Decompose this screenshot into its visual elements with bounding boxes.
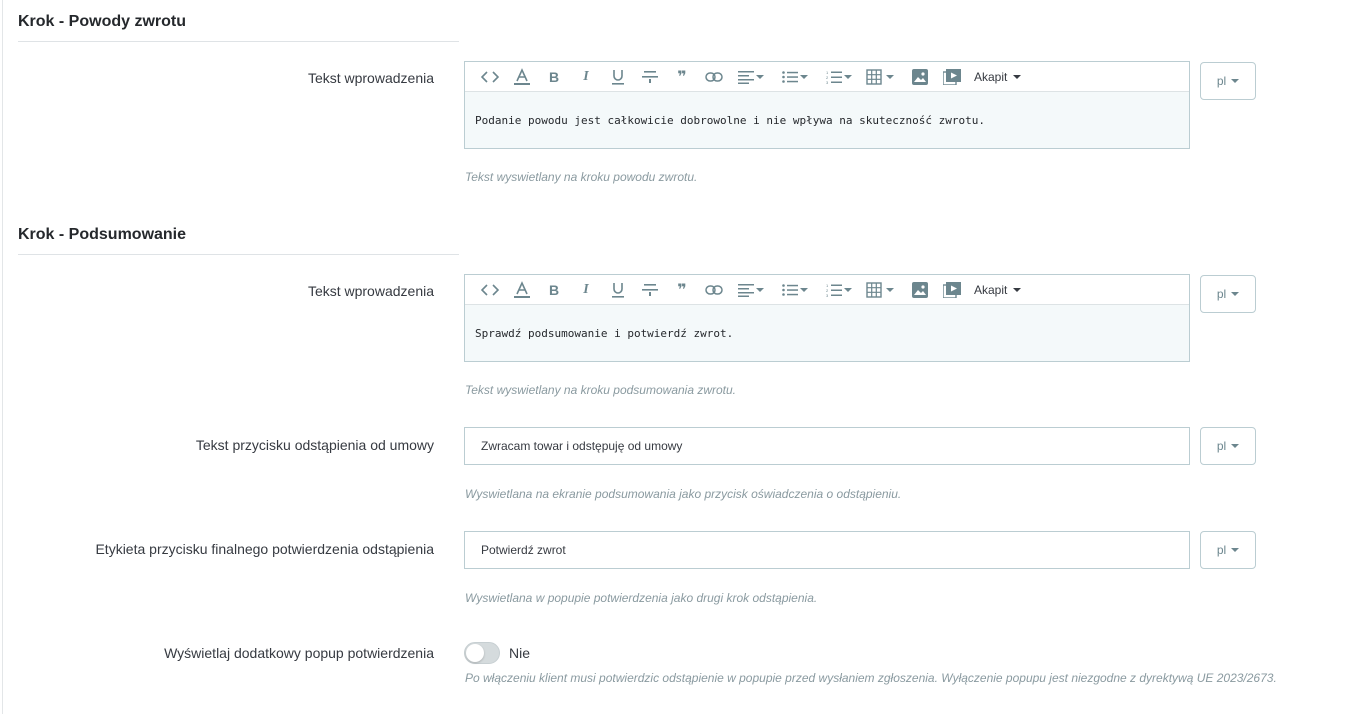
table-dropdown-caret[interactable] xyxy=(886,275,904,305)
language-select-button[interactable]: pl xyxy=(1200,62,1256,100)
page-left-border xyxy=(2,0,3,714)
language-select-button[interactable]: pl xyxy=(1200,275,1256,313)
editor-content[interactable]: Sprawdź podsumowanie i potwierdź zwrot. xyxy=(465,305,1189,361)
help-text: Wyswietlana na ekranie podsumowania jako… xyxy=(465,487,902,501)
help-text: Tekst wyswietlany na kroku podsumowania … xyxy=(465,383,737,397)
underline-icon[interactable] xyxy=(602,275,634,305)
language-code: pl xyxy=(1216,543,1227,557)
italic-icon[interactable]: I xyxy=(570,275,602,305)
format-dropdown[interactable]: Akapit xyxy=(968,62,1022,92)
editor-content[interactable]: Podanie powodu jest całkowicie dobrowoln… xyxy=(465,92,1189,148)
popup-toggle-switch[interactable] xyxy=(464,642,500,664)
strikethrough-icon[interactable] xyxy=(634,62,666,92)
strikethrough-icon[interactable] xyxy=(634,275,666,305)
table-icon[interactable] xyxy=(862,275,886,305)
language-code: pl xyxy=(1216,287,1227,301)
bold-icon[interactable]: B xyxy=(538,62,570,92)
chevron-down-icon xyxy=(1231,79,1240,83)
toggle-knob xyxy=(466,644,484,662)
svg-text:3: 3 xyxy=(826,80,829,84)
section-title-return-reasons: Krok - Powody zwrotu xyxy=(18,13,186,30)
link-icon[interactable] xyxy=(698,62,730,92)
format-dropdown[interactable]: Akapit xyxy=(968,275,1022,305)
bold-icon[interactable]: B xyxy=(538,275,570,305)
blockquote-icon[interactable]: ❞ xyxy=(666,275,698,305)
section-divider xyxy=(18,41,459,42)
table-icon[interactable] xyxy=(862,62,886,92)
section-title-summary: Krok - Podsumowanie xyxy=(18,226,187,243)
text-color-icon[interactable] xyxy=(506,275,538,305)
numbered-list-dropdown-caret[interactable] xyxy=(844,275,862,305)
intro-text-label: Tekst wprowadzenia xyxy=(307,283,434,299)
editor-toolbar: B I ❞ 123 Akapit xyxy=(465,62,1189,92)
align-dropdown-caret[interactable] xyxy=(756,275,774,305)
table-dropdown-caret[interactable] xyxy=(886,62,904,92)
chevron-down-icon xyxy=(1231,548,1240,552)
help-text: Po włączeniu klient musi potwierdzic ods… xyxy=(465,671,1277,685)
text-color-icon[interactable] xyxy=(506,62,538,92)
italic-icon[interactable]: I xyxy=(570,62,602,92)
code-icon[interactable] xyxy=(474,62,506,92)
final-confirm-label: Etykieta przycisku finalnego potwierdzen… xyxy=(95,541,434,557)
rich-text-editor-return-reasons: B I ❞ 123 Akapit Podanie powodu jest cał… xyxy=(464,61,1190,149)
editor-toolbar: B I ❞ 123 Akapit xyxy=(465,275,1189,305)
svg-text:3: 3 xyxy=(826,293,829,297)
chevron-down-icon xyxy=(1013,74,1022,79)
popup-toggle-state: Nie xyxy=(509,645,531,661)
final-confirm-text-input[interactable]: Potwierdź zwrot xyxy=(464,531,1190,569)
chevron-down-icon xyxy=(1231,444,1240,448)
media-icon[interactable] xyxy=(936,275,968,305)
withdrawal-button-label: Tekst przycisku odstąpienia od umowy xyxy=(195,437,434,453)
numbered-list-dropdown-caret[interactable] xyxy=(844,62,862,92)
image-icon[interactable] xyxy=(904,62,936,92)
align-dropdown-caret[interactable] xyxy=(756,62,774,92)
language-select-button[interactable]: pl xyxy=(1200,427,1256,465)
code-icon[interactable] xyxy=(474,275,506,305)
blockquote-icon[interactable]: ❞ xyxy=(666,62,698,92)
format-dropdown-label: Akapit xyxy=(974,282,1008,297)
underline-icon[interactable] xyxy=(602,62,634,92)
help-text: Wyswietlana w popupie potwierdzenia jako… xyxy=(465,591,818,605)
rich-text-editor-summary: B I ❞ 123 Akapit Sprawdź podsumowanie i … xyxy=(464,274,1190,362)
chevron-down-icon xyxy=(1231,292,1240,296)
popup-toggle-label: Wyświetlaj dodatkowy popup potwierdzenia xyxy=(164,645,434,661)
media-icon[interactable] xyxy=(936,62,968,92)
language-select-button[interactable]: pl xyxy=(1200,531,1256,569)
language-code: pl xyxy=(1216,74,1227,88)
image-icon[interactable] xyxy=(904,275,936,305)
language-code: pl xyxy=(1216,439,1227,453)
withdrawal-button-text-input[interactable]: Zwracam towar i odstępuję od umowy xyxy=(464,427,1190,465)
intro-text-label: Tekst wprowadzenia xyxy=(307,70,434,86)
format-dropdown-label: Akapit xyxy=(974,69,1008,84)
chevron-down-icon xyxy=(1013,287,1022,292)
section-divider xyxy=(18,254,459,255)
help-text: Tekst wyswietlany na kroku powodu zwrotu… xyxy=(465,170,698,184)
bulleted-list-dropdown-caret[interactable] xyxy=(800,62,818,92)
link-icon[interactable] xyxy=(698,275,730,305)
bulleted-list-dropdown-caret[interactable] xyxy=(800,275,818,305)
